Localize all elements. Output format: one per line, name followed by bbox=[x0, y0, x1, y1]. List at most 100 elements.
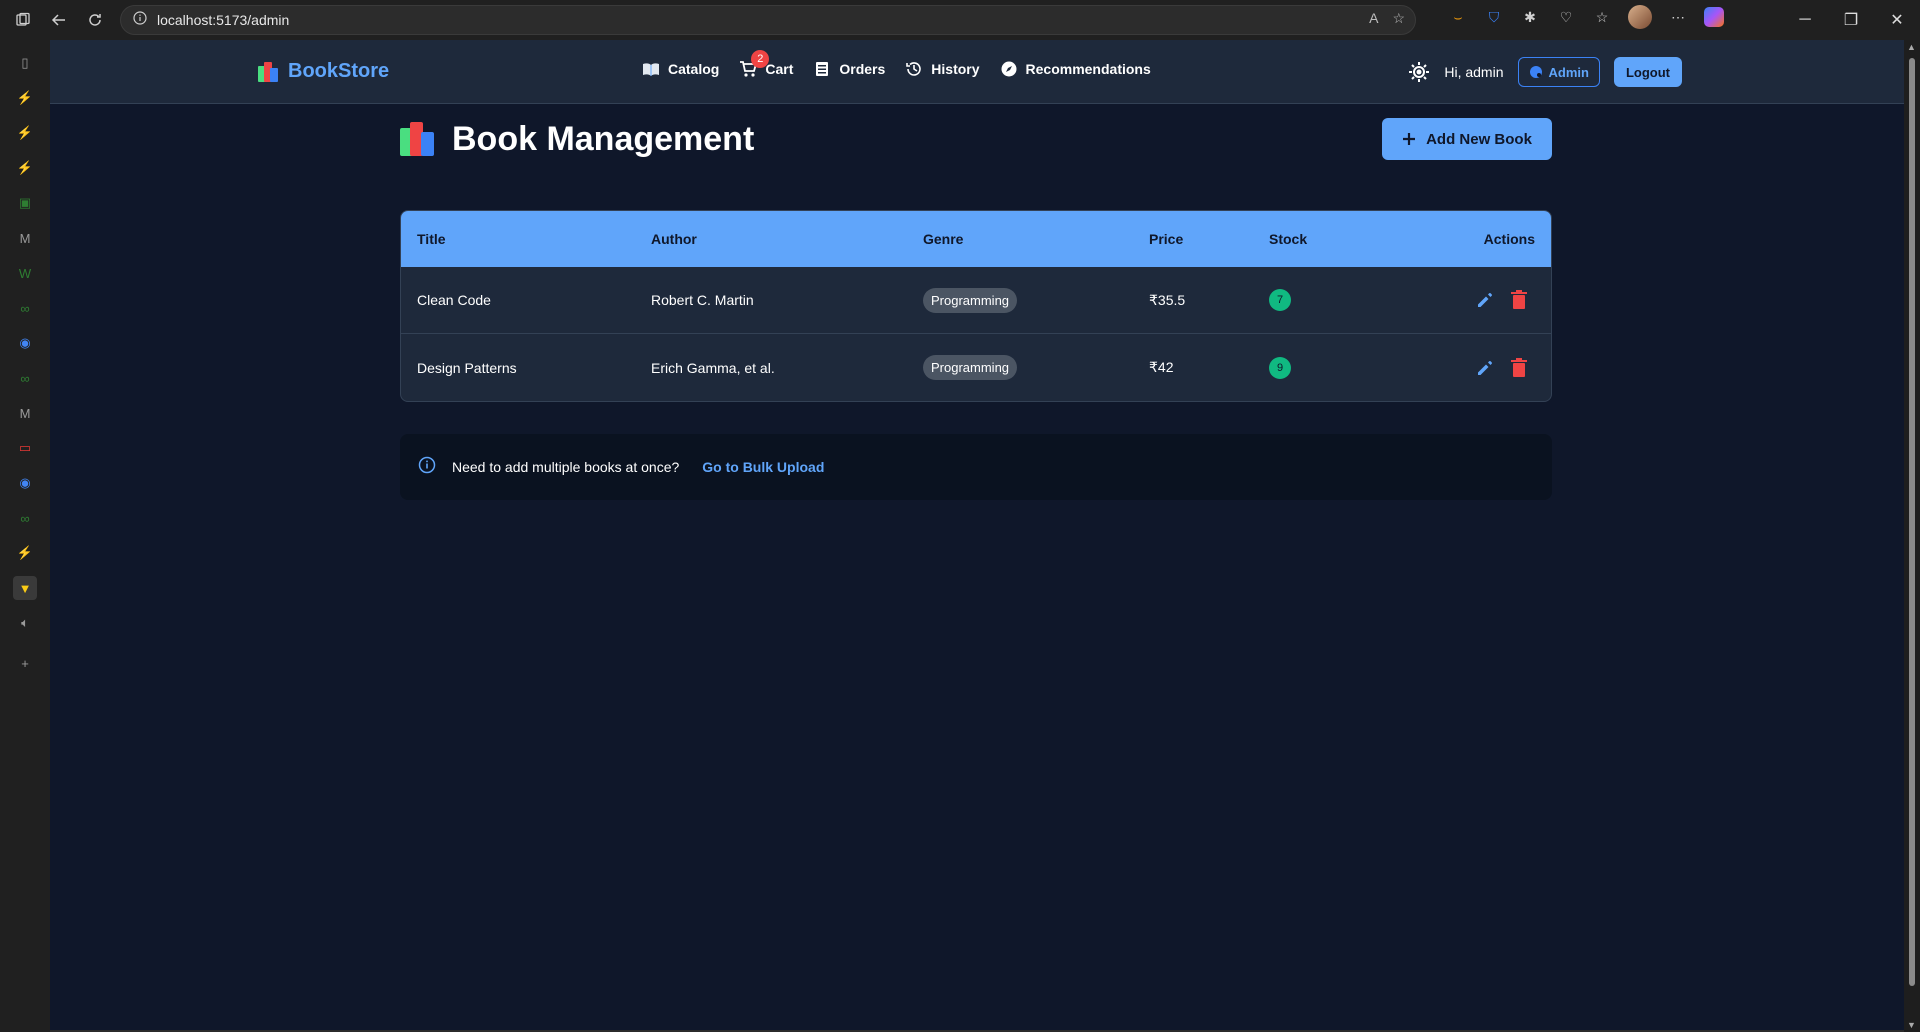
bulk-upload-link[interactable]: Go to Bulk Upload bbox=[702, 459, 824, 475]
page-scrollbar[interactable]: ▲ ▼ bbox=[1904, 40, 1920, 1032]
speaker-icon[interactable]: 🔈︎ bbox=[13, 611, 37, 635]
sidebar-tab-icon[interactable]: ◉ bbox=[13, 471, 37, 495]
sidebar-tab-icon[interactable]: ◉ bbox=[13, 331, 37, 355]
book-title: Design Patterns bbox=[417, 359, 517, 376]
close-icon[interactable]: ✕ bbox=[1874, 0, 1920, 40]
bulk-upload-info: Need to add multiple books at once? Go t… bbox=[400, 434, 1552, 500]
info-icon bbox=[418, 456, 436, 479]
nav-recommendations-label: Recommendations bbox=[1025, 61, 1151, 77]
more-menu-icon[interactable]: ⋯ bbox=[1668, 7, 1688, 27]
favorites-icon[interactable]: ☆ bbox=[1592, 7, 1612, 27]
restore-icon[interactable]: ❐ bbox=[1828, 0, 1874, 40]
table-row: Clean Code Robert C. Martin Programming … bbox=[401, 267, 1551, 334]
book-price: ₹42 bbox=[1149, 359, 1174, 375]
sidebar-tab-icon[interactable]: ⚡ bbox=[13, 541, 37, 565]
header-stock[interactable]: Stock bbox=[1269, 231, 1307, 247]
page-title: Book Management bbox=[452, 120, 755, 158]
nav-cart[interactable]: 2 Cart bbox=[739, 50, 794, 78]
sidebar-tab-icon[interactable]: ∞ bbox=[13, 506, 37, 530]
compass-icon bbox=[1001, 61, 1017, 77]
profile-avatar[interactable] bbox=[1628, 5, 1652, 29]
nav-cart-label: Cart bbox=[765, 61, 794, 77]
copilot-icon[interactable] bbox=[1704, 7, 1724, 27]
address-bar[interactable]: localhost:5173/admin A ☆ bbox=[120, 5, 1416, 35]
scroll-up-icon[interactable]: ▲ bbox=[1907, 42, 1916, 52]
add-new-book-button[interactable]: Add New Book bbox=[1382, 118, 1552, 160]
sidebar-tab-icon[interactable]: ⚡ bbox=[13, 121, 37, 145]
plus-icon bbox=[1403, 133, 1416, 145]
amazon-extension-icon[interactable]: ⌣ bbox=[1448, 7, 1468, 27]
history-icon bbox=[906, 62, 922, 76]
sidebar-tab-icon[interactable]: ▭ bbox=[13, 436, 37, 460]
admin-button[interactable]: Admin bbox=[1517, 57, 1600, 87]
nav-catalog[interactable]: Catalog bbox=[642, 60, 719, 78]
nav-history-label: History bbox=[931, 61, 980, 77]
sidebar-tab-icon[interactable]: ∞ bbox=[13, 366, 37, 390]
sidebar-tab-vite-icon[interactable]: ▼ bbox=[13, 576, 37, 600]
sidebar-toggle-icon[interactable]: ▯ bbox=[13, 51, 37, 75]
browser-toolbar: localhost:5173/admin A ☆ ⌣ ⛉ ✱ ♡ ☆ ⋯ ─ ❐… bbox=[0, 0, 1920, 40]
read-aloud-icon[interactable]: A bbox=[1369, 10, 1378, 27]
nav-user-area: Hi, admin Admin Logout bbox=[1408, 57, 1682, 87]
brand-logo[interactable]: BookStore bbox=[258, 60, 389, 83]
scroll-down-icon[interactable]: ▼ bbox=[1907, 1020, 1916, 1030]
header-author[interactable]: Author bbox=[651, 231, 697, 247]
nav-history[interactable]: History bbox=[905, 60, 980, 78]
bitwarden-extension-icon[interactable]: ⛉ bbox=[1484, 7, 1504, 27]
header-actions: Actions bbox=[1483, 231, 1535, 247]
nav-catalog-label: Catalog bbox=[668, 61, 720, 77]
books-table: Title Author Genre Price Stock Actions C… bbox=[400, 210, 1552, 402]
app-viewport: BookStore Catalog 2 Cart Orders History bbox=[50, 40, 1904, 1030]
delete-icon[interactable] bbox=[1507, 288, 1531, 312]
sidebar-tab-icon[interactable]: ⚡ bbox=[13, 156, 37, 180]
sidebar-tab-icon[interactable]: M bbox=[13, 401, 37, 425]
theme-toggle-icon[interactable] bbox=[1408, 61, 1430, 83]
table-row: Design Patterns Erich Gamma, et al. Prog… bbox=[401, 334, 1551, 401]
workspaces-icon[interactable] bbox=[8, 5, 38, 35]
admin-button-label: Admin bbox=[1548, 64, 1589, 80]
back-icon[interactable] bbox=[44, 5, 74, 35]
sidebar-tab-icon[interactable]: M bbox=[13, 226, 37, 250]
edit-icon[interactable] bbox=[1473, 288, 1497, 312]
page-header: Book Management Add New Book bbox=[400, 110, 1552, 166]
edit-icon[interactable] bbox=[1473, 356, 1497, 380]
book-author: Robert C. Martin bbox=[651, 292, 754, 308]
sidebar-tab-icon[interactable]: ⚡ bbox=[13, 86, 37, 110]
genre-chip: Programming bbox=[923, 287, 1018, 313]
table-header: Title Author Genre Price Stock Actions bbox=[401, 211, 1551, 267]
book-open-icon bbox=[643, 63, 659, 76]
stock-badge: 7 bbox=[1269, 289, 1291, 311]
scrollbar-thumb[interactable] bbox=[1909, 58, 1915, 986]
books-icon bbox=[400, 122, 436, 156]
sidebar-tab-icon[interactable]: ∞ bbox=[13, 296, 37, 320]
info-text: Need to add multiple books at once? bbox=[452, 459, 680, 475]
favorite-star-icon[interactable]: ☆ bbox=[1392, 10, 1405, 27]
receipt-icon bbox=[816, 62, 829, 76]
header-price[interactable]: Price bbox=[1149, 231, 1183, 247]
genre-chip: Programming bbox=[923, 355, 1018, 380]
url-text[interactable]: localhost:5173/admin bbox=[157, 12, 289, 28]
sidebar-tab-icon[interactable]: ▣ bbox=[13, 191, 37, 215]
refresh-icon[interactable] bbox=[80, 5, 110, 35]
logout-button[interactable]: Logout bbox=[1613, 57, 1682, 87]
nav-orders-label: Orders bbox=[839, 61, 886, 77]
header-title[interactable]: Title bbox=[417, 231, 446, 247]
book-price: ₹35.5 bbox=[1149, 291, 1186, 308]
user-greeting: Hi, admin bbox=[1444, 64, 1504, 80]
nav-recommendations[interactable]: Recommendations bbox=[1000, 60, 1151, 78]
info-icon[interactable] bbox=[133, 10, 147, 30]
stock-badge: 9 bbox=[1269, 356, 1291, 379]
performance-icon[interactable]: ♡ bbox=[1556, 7, 1576, 27]
add-tab-icon[interactable]: + bbox=[13, 651, 37, 675]
sidebar-tab-icon[interactable]: W bbox=[13, 261, 37, 285]
nav-links: Catalog 2 Cart Orders History Recommenda… bbox=[642, 50, 1151, 78]
nav-orders[interactable]: Orders bbox=[813, 60, 885, 78]
palette-icon bbox=[1529, 66, 1542, 78]
minimize-icon[interactable]: ─ bbox=[1782, 0, 1828, 40]
brand-name[interactable]: BookStore bbox=[288, 60, 389, 83]
header-genre[interactable]: Genre bbox=[923, 231, 963, 247]
browser-sidebar: ▯ ⚡ ⚡ ⚡ ▣ M W ∞ ◉ ∞ M ▭ ◉ ∞ ⚡ ▼ 🔈︎ + bbox=[0, 40, 50, 1032]
books-icon bbox=[258, 61, 280, 82]
delete-icon[interactable] bbox=[1507, 356, 1531, 380]
extensions-icon[interactable]: ✱ bbox=[1520, 7, 1540, 27]
